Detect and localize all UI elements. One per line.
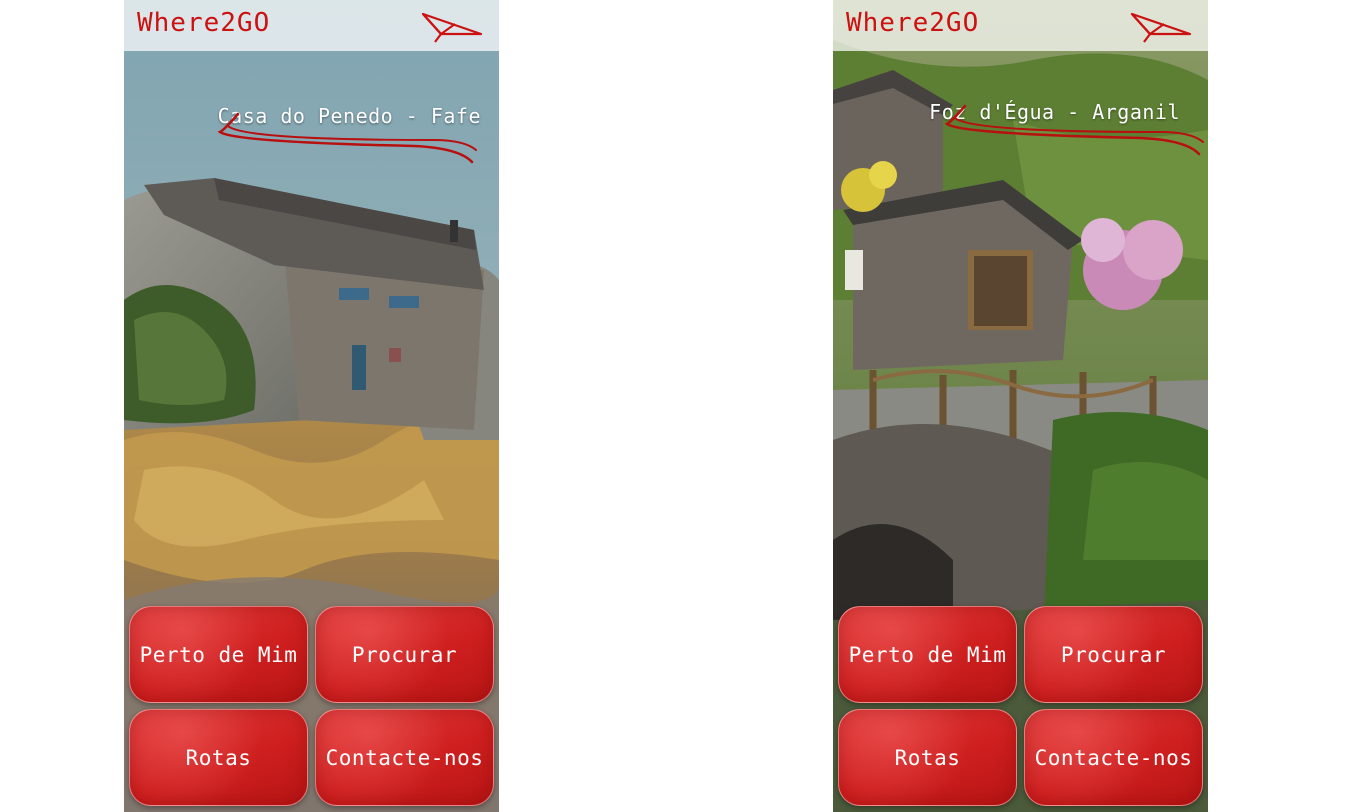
search-button[interactable]: Procurar [1024,606,1203,703]
red-swoosh-decoration [944,104,1204,156]
red-swoosh-decoration [217,112,477,164]
phone-screen-casa-do-penedo: Where2GO Casa do Penedo - Fafe Perto de … [124,0,499,812]
paper-plane-icon[interactable] [1130,10,1192,44]
contact-us-button[interactable]: Contacte-nos [315,709,494,806]
top-bar: Where2GO [124,0,499,51]
routes-button[interactable]: Rotas [838,709,1017,806]
search-button[interactable]: Procurar [315,606,494,703]
routes-button[interactable]: Rotas [129,709,308,806]
phone-screen-foz-degua: Where2GO Foz d'Égua - Arganil Perto de M… [833,0,1208,812]
app-logo-text[interactable]: Where2GO [846,8,979,38]
near-me-button[interactable]: Perto de Mim [129,606,308,703]
near-me-button[interactable]: Perto de Mim [838,606,1017,703]
paper-plane-icon[interactable] [421,10,483,44]
top-bar: Where2GO [833,0,1208,51]
app-logo-text[interactable]: Where2GO [137,8,270,38]
contact-us-button[interactable]: Contacte-nos [1024,709,1203,806]
